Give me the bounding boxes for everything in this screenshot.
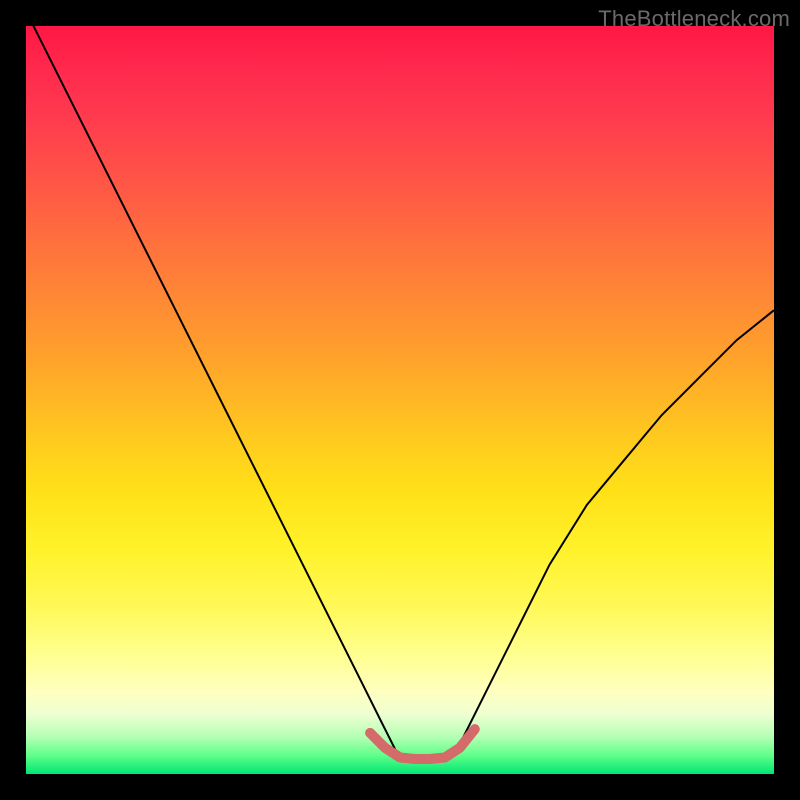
bottleneck-curve — [26, 26, 774, 759]
curve-layer — [26, 26, 774, 774]
watermark-text: TheBottleneck.com — [598, 6, 790, 32]
plot-area — [26, 26, 774, 774]
optimal-band — [370, 729, 475, 759]
